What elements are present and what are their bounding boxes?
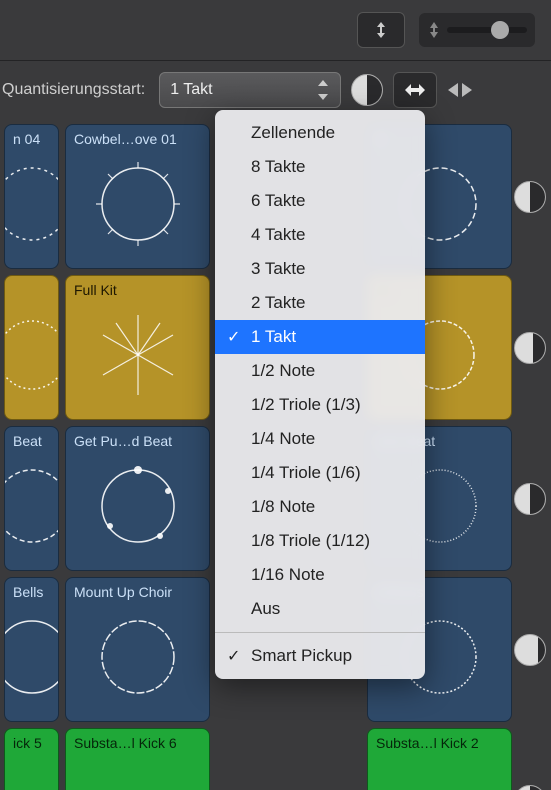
triangle-right-icon <box>462 83 472 97</box>
dropdown-item-label: 1/8 Triole (1/12) <box>251 531 370 550</box>
dropdown-item[interactable]: Zellenende <box>215 116 425 150</box>
row-pie-column <box>513 118 547 790</box>
dropdown-item[interactable]: 1/4 Triole (1/6) <box>215 456 425 490</box>
dropdown-item-label: 1/8 Note <box>251 497 315 516</box>
dropdown-item[interactable]: 4 Takte <box>215 218 425 252</box>
dropdown-item-label: 2 Takte <box>251 293 306 312</box>
dropdown-item[interactable]: 8 Takte <box>215 150 425 184</box>
dropdown-item[interactable]: ✓ 1 Takt <box>215 320 425 354</box>
cell-label: n 04 <box>13 131 50 147</box>
cell-label: Substa…l Kick 6 <box>74 735 201 751</box>
dropdown-item[interactable]: 1/8 Note <box>215 490 425 524</box>
cell-label: Cowbel…ove 01 <box>74 131 201 147</box>
waveform-icon <box>88 456 188 556</box>
waveform-icon <box>4 607 59 707</box>
zoom-slider-thumb[interactable] <box>491 21 509 39</box>
row-pie-button[interactable] <box>514 181 546 213</box>
dropdown-item[interactable]: 1/2 Triole (1/3) <box>215 388 425 422</box>
cell-r1c1[interactable]: Full Kit <box>65 275 210 420</box>
cell-r3c0[interactable]: Bells <box>4 577 59 722</box>
cell-r4c1[interactable]: Substa…l Kick 6 <box>65 728 210 790</box>
check-icon: ✓ <box>227 327 240 349</box>
row-pie-button[interactable] <box>514 483 546 515</box>
cell-label: Mount Up Choir <box>74 584 201 600</box>
waveform-icon <box>88 607 188 707</box>
dropdown-item[interactable]: 1/4 Note <box>215 422 425 456</box>
vertical-zoom-button[interactable] <box>357 12 405 48</box>
check-icon: ✓ <box>227 646 240 668</box>
dropdown-item-label: Smart Pickup <box>251 646 352 665</box>
cell-r4c0[interactable]: ick 5 <box>4 728 59 790</box>
cell-label: ick 5 <box>13 735 50 751</box>
dropdown-item[interactable]: 6 Takte <box>215 184 425 218</box>
cell-r2c1[interactable]: Get Pu…d Beat <box>65 426 210 571</box>
cell-r1c0[interactable] <box>4 275 59 420</box>
cell-r3c1[interactable]: Mount Up Choir <box>65 577 210 722</box>
waveform-icon <box>88 154 188 254</box>
arrows-vertical-icon <box>371 20 391 40</box>
dropdown-item[interactable]: 1/2 Note <box>215 354 425 388</box>
dropdown-item-label: 1/4 Note <box>251 429 315 448</box>
dropdown-item-label: 1/16 Note <box>251 565 325 584</box>
loop-horizontal-button[interactable] <box>393 72 437 108</box>
waveform-icon <box>4 305 59 405</box>
waveform-icon <box>88 305 188 405</box>
cell-r2c0[interactable]: Beat <box>4 426 59 571</box>
waveform-icon <box>4 456 59 556</box>
dropdown-item[interactable]: Aus <box>215 592 425 626</box>
dropdown-item-label: 6 Takte <box>251 191 306 210</box>
dropdown-item-label: Zellenende <box>251 123 335 142</box>
dropdown-item[interactable]: 2 Takte <box>215 286 425 320</box>
zoom-slider-container[interactable] <box>419 13 535 47</box>
dropdown-item-label: 8 Takte <box>251 157 306 176</box>
row-pie-button[interactable] <box>514 332 546 364</box>
dropdown-item[interactable]: 3 Takte <box>215 252 425 286</box>
expand-collapse-button[interactable] <box>447 77 473 103</box>
dropdown-item-label: 1/2 Note <box>251 361 315 380</box>
quantize-mode-pie-button[interactable] <box>351 74 383 106</box>
cell-label: Bells <box>13 584 50 600</box>
dropdown-item[interactable]: 1/8 Triole (1/12) <box>215 524 425 558</box>
quantize-label: Quantisierungsstart: <box>0 81 149 99</box>
dropdown-item-label: 1 Takt <box>251 327 296 346</box>
triangle-left-icon <box>448 83 458 97</box>
cell-r4c3[interactable]: Substa…l Kick 2 <box>367 728 512 790</box>
dropdown-item[interactable]: 1/16 Note <box>215 558 425 592</box>
dropdown-item-label: 1/4 Triole (1/6) <box>251 463 361 482</box>
row-pie-button[interactable] <box>514 785 546 790</box>
row-pie-button[interactable] <box>514 634 546 666</box>
quantize-start-dropdown[interactable]: Zellenende 8 Takte 6 Takte 4 Takte 3 Takte 2 … <box>215 110 425 679</box>
quantize-bar: Quantisierungsstart: 1 Takt <box>0 64 551 116</box>
quantize-start-value: 1 Takt <box>170 81 212 99</box>
cell-label: Full Kit <box>74 282 201 298</box>
stepper-icon <box>318 80 330 100</box>
top-toolbar <box>0 0 551 61</box>
cell-label: Substa…l Kick 2 <box>376 735 503 751</box>
dropdown-item-smart-pickup[interactable]: ✓ Smart Pickup <box>215 639 425 673</box>
cell-label: Get Pu…d Beat <box>74 433 201 449</box>
dropdown-item-label: Aus <box>251 599 280 618</box>
dropdown-item-label: 3 Takte <box>251 259 306 278</box>
dropdown-item-label: 4 Takte <box>251 225 306 244</box>
waveform-icon <box>4 154 59 254</box>
arrows-horizontal-icon <box>403 82 427 98</box>
cell-label: Beat <box>13 433 50 449</box>
cell-r0c1[interactable]: Cowbel…ove 01 <box>65 124 210 269</box>
cell-r0c0[interactable]: n 04 <box>4 124 59 269</box>
dropdown-divider <box>215 632 425 633</box>
zoom-slider-track[interactable] <box>447 27 527 33</box>
arrows-vertical-small-icon <box>427 20 441 40</box>
dropdown-item-label: 1/2 Triole (1/3) <box>251 395 361 414</box>
quantize-start-select[interactable]: 1 Takt <box>159 72 341 108</box>
